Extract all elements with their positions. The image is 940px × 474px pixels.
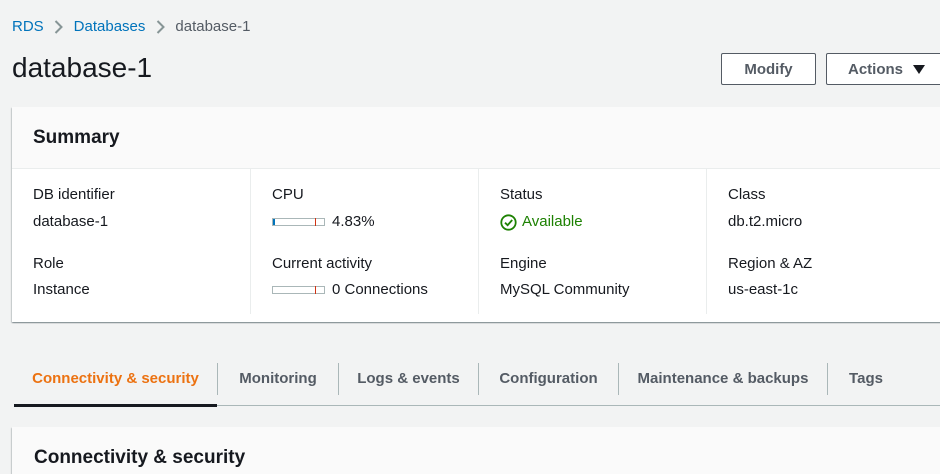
engine-value: MySQL Community xyxy=(500,281,630,298)
summary-header: Summary xyxy=(12,107,940,169)
cpu-threshold-marker xyxy=(315,218,316,226)
role-value: Instance xyxy=(33,281,90,298)
summary-title: Summary xyxy=(33,126,120,148)
tab-configuration[interactable]: Configuration xyxy=(479,352,618,405)
chevron-right-icon xyxy=(145,20,175,34)
summary-column-identifier: DB identifier database-1 Role Instance xyxy=(12,169,250,314)
region-az-label: Region & AZ xyxy=(728,255,813,272)
page-title: database-1 xyxy=(12,52,153,83)
chevron-right-icon xyxy=(44,20,74,34)
caret-down-icon xyxy=(913,64,926,74)
status-text: Available xyxy=(522,213,583,230)
db-identifier-value: database-1 xyxy=(33,213,109,230)
status-label: Status xyxy=(500,186,543,203)
actions-button-label: Actions xyxy=(848,60,904,78)
breadcrumb-databases[interactable]: Databases xyxy=(74,17,146,37)
summary-column-cpu: CPU 4.83% Current activity 0 Connections xyxy=(250,169,478,314)
connections-threshold-marker xyxy=(315,286,316,294)
breadcrumb-rds[interactable]: RDS xyxy=(12,17,44,37)
cpu-label: CPU xyxy=(272,186,304,203)
db-identifier-label: DB identifier xyxy=(33,186,115,203)
summary-column-class: Class db.t2.micro Region & AZ us-east-1c xyxy=(706,169,940,314)
actions-dropdown-button[interactable]: Actions xyxy=(826,53,940,85)
summary-panel: Summary DB identifier database-1 Role In… xyxy=(12,107,940,322)
status-value: Available xyxy=(500,212,583,232)
region-az-value: us-east-1c xyxy=(728,281,799,298)
role-label: Role xyxy=(33,255,64,272)
engine-label: Engine xyxy=(500,255,547,272)
breadcrumb-current: database-1 xyxy=(175,18,251,35)
rds-database-page: RDS Databases database-1 database-1 Modi… xyxy=(0,0,940,474)
tab-maintenance-backups[interactable]: Maintenance & backups xyxy=(619,352,827,405)
connectivity-security-panel: Connectivity & security xyxy=(12,427,940,474)
current-activity-metric: 0 Connections xyxy=(272,280,428,300)
section-title: Connectivity & security xyxy=(34,447,246,468)
summary-grid: DB identifier database-1 Role Instance C… xyxy=(12,169,940,322)
detail-tabs: Connectivity & security Monitoring Logs … xyxy=(14,352,940,407)
class-label: Class xyxy=(728,186,766,203)
cpu-usage-fill xyxy=(273,219,276,225)
class-value: db.t2.micro xyxy=(728,213,803,230)
cpu-usage-bar xyxy=(272,218,325,226)
tab-logs-events[interactable]: Logs & events xyxy=(339,352,478,405)
modify-button-label: Modify xyxy=(744,60,793,78)
current-activity-value: 0 Connections xyxy=(332,281,428,298)
current-activity-label: Current activity xyxy=(272,255,373,272)
cpu-value: 4.83% xyxy=(332,213,375,230)
cpu-metric: 4.83% xyxy=(272,212,375,232)
check-circle-icon xyxy=(500,213,517,231)
breadcrumb: RDS Databases database-1 xyxy=(12,17,250,37)
modify-button[interactable]: Modify xyxy=(721,53,816,85)
connections-bar xyxy=(272,286,325,294)
tab-monitoring[interactable]: Monitoring xyxy=(218,352,338,405)
tab-connectivity-security[interactable]: Connectivity & security xyxy=(14,352,217,407)
summary-column-status: Status Available Engine MySQL Community xyxy=(478,169,706,314)
tab-tags[interactable]: Tags xyxy=(828,352,904,405)
